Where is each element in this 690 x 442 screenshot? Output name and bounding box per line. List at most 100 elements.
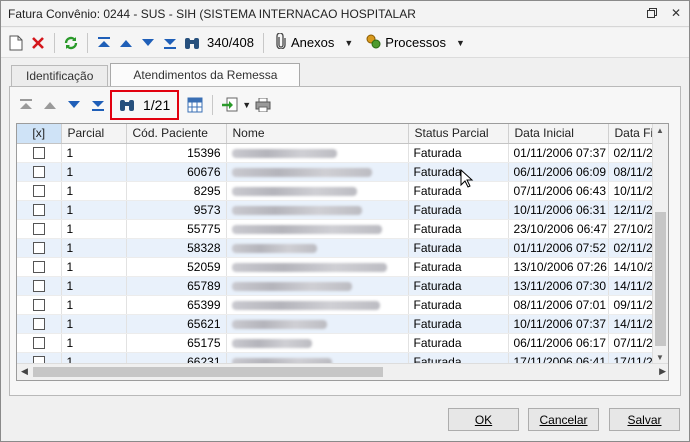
prev-icon[interactable] [115,32,137,54]
scroll-down-icon[interactable]: ▼ [656,353,664,362]
next-icon[interactable] [62,94,86,116]
table-row[interactable]: 1 55775 Faturada 23/10/2006 06:47 27/10/2006 [17,219,668,239]
row-checkbox[interactable] [17,295,62,315]
cell-data-inicial: 10/11/2006 07:37 [508,314,609,334]
row-checkbox[interactable] [17,181,62,201]
cell-data-inicial: 01/11/2006 07:52 [508,238,609,258]
grid-record-counter: 1/21 [143,97,171,113]
attachment-icon [275,32,287,52]
grid-toolbar: 1/21 ▼ [14,90,275,120]
table-row[interactable]: 1 58328 Faturada 01/11/2006 07:52 02/11/2006 [17,238,668,258]
record-counter-highlight: 1/21 [110,90,180,120]
binoculars-icon[interactable] [115,94,139,116]
row-checkbox[interactable] [17,276,62,296]
cell-status: Faturada [408,314,509,334]
prev-icon[interactable] [38,94,62,116]
cell-cod-paciente: 15396 [126,143,227,163]
table-row[interactable]: 1 52059 Faturada 13/10/2006 07:26 14/10/2006 [17,257,668,277]
binoculars-icon[interactable] [181,32,203,54]
first-icon[interactable] [93,32,115,54]
table-row[interactable]: 1 60676 Faturada 06/11/2006 06:09 08/11/2006 [17,162,668,182]
grid-icon[interactable] [183,94,207,116]
column-header-status-parcial[interactable]: Status Parcial [408,124,509,144]
cell-data-inicial: 01/11/2006 07:37 [508,143,609,163]
ok-button[interactable]: OK [448,408,519,431]
tab-atendimentos-da-remessa[interactable]: Atendimentos da Remessa [110,63,301,86]
table-row[interactable]: 1 65399 Faturada 08/11/2006 07:01 09/11/2006 [17,295,668,315]
column-header-nome[interactable]: Nome [226,124,409,144]
new-icon[interactable] [5,32,27,54]
row-checkbox[interactable] [17,143,62,163]
scroll-up-icon[interactable]: ▲ [656,126,664,135]
row-checkbox[interactable] [17,257,62,277]
scroll-right-icon[interactable]: ▶ [659,366,666,377]
table-row[interactable]: 1 15396 Faturada 01/11/2006 07:37 02/11/2006 [17,143,668,163]
cell-parcial: 1 [61,162,127,182]
vertical-scrollbar[interactable]: ▲ ▼ [652,124,668,364]
cell-cod-paciente: 65621 [126,314,227,334]
row-checkbox[interactable] [17,162,62,182]
cancel-button[interactable]: Cancelar [528,408,599,431]
table-row[interactable]: 1 65621 Faturada 10/11/2006 07:37 14/11/2006 [17,314,668,334]
cell-data-inicial: 08/11/2006 07:01 [508,295,609,315]
delete-icon[interactable] [27,32,49,54]
close-icon[interactable]: ✕ [669,6,683,20]
chevron-down-icon[interactable]: ▼ [242,100,251,110]
table-row[interactable]: 1 9573 Faturada 10/11/2006 06:31 12/11/2006 [17,200,668,220]
cell-nome-redacted [226,276,409,296]
last-icon[interactable] [86,94,110,116]
export-icon[interactable] [218,94,242,116]
scroll-left-icon[interactable]: ◀ [21,366,28,377]
column-header-data-inicial[interactable]: Data Inicial [508,124,609,144]
separator [212,95,214,115]
horizontal-scrollbar[interactable]: ◀ ▶ [17,363,668,380]
print-icon[interactable] [251,94,275,116]
cell-data-inicial: 23/10/2006 06:47 [508,219,609,239]
cell-nome-redacted [226,257,409,277]
tab-panel: 1/21 ▼ [x] Parcial Cód. Paciente Nome St… [9,86,681,396]
table-row[interactable]: 1 65175 Faturada 06/11/2006 06:17 07/11/2006 [17,333,668,353]
table-row[interactable]: 1 8295 Faturada 07/11/2006 06:43 10/11/2006 [17,181,668,201]
table-row[interactable]: 1 65789 Faturada 13/11/2006 07:30 14/11/2006 [17,276,668,296]
row-checkbox[interactable] [17,333,62,353]
save-button[interactable]: Salvar [609,408,680,431]
table-header: [x] Parcial Cód. Paciente Nome Status Pa… [17,124,668,144]
cell-data-inicial: 07/11/2006 06:43 [508,181,609,201]
separator [54,32,55,53]
tab-bar: Identificação Atendimentos da Remessa [11,63,302,87]
cell-cod-paciente: 65789 [126,276,227,296]
anexos-menu[interactable]: Anexos ▼ [269,32,359,52]
cell-status: Faturada [408,219,509,239]
cell-parcial: 1 [61,295,127,315]
main-toolbar: 340/408 Anexos ▼ Processos ▼ [1,28,689,58]
next-icon[interactable] [137,32,159,54]
horizontal-scroll-thumb[interactable] [33,367,383,377]
cell-status: Faturada [408,333,509,353]
window: Fatura Convênio: 0244 - SUS - SIH (SISTE… [0,0,690,442]
column-header-cod-paciente[interactable]: Cód. Paciente [126,124,227,144]
row-checkbox[interactable] [17,314,62,334]
tab-identificacao[interactable]: Identificação [11,65,109,86]
cell-parcial: 1 [61,238,127,258]
first-icon[interactable] [14,94,38,116]
cell-parcial: 1 [61,257,127,277]
vertical-scroll-thumb[interactable] [655,212,666,346]
restore-icon[interactable] [645,6,659,20]
cell-status: Faturada [408,181,509,201]
last-icon[interactable] [159,32,181,54]
column-header-select[interactable]: [x] [17,124,62,144]
row-checkbox[interactable] [17,219,62,239]
cell-data-inicial: 13/11/2006 07:30 [508,276,609,296]
processos-menu[interactable]: Processos ▼ [359,33,471,52]
cell-cod-paciente: 55775 [126,219,227,239]
cell-parcial: 1 [61,200,127,220]
column-header-parcial[interactable]: Parcial [61,124,127,144]
record-counter: 340/408 [207,35,254,50]
refresh-icon[interactable] [60,32,82,54]
row-checkbox[interactable] [17,200,62,220]
row-checkbox[interactable] [17,238,62,258]
processos-label: Processos [385,35,446,50]
cell-nome-redacted [226,143,409,163]
cell-data-inicial: 06/11/2006 06:17 [508,333,609,353]
cell-parcial: 1 [61,181,127,201]
